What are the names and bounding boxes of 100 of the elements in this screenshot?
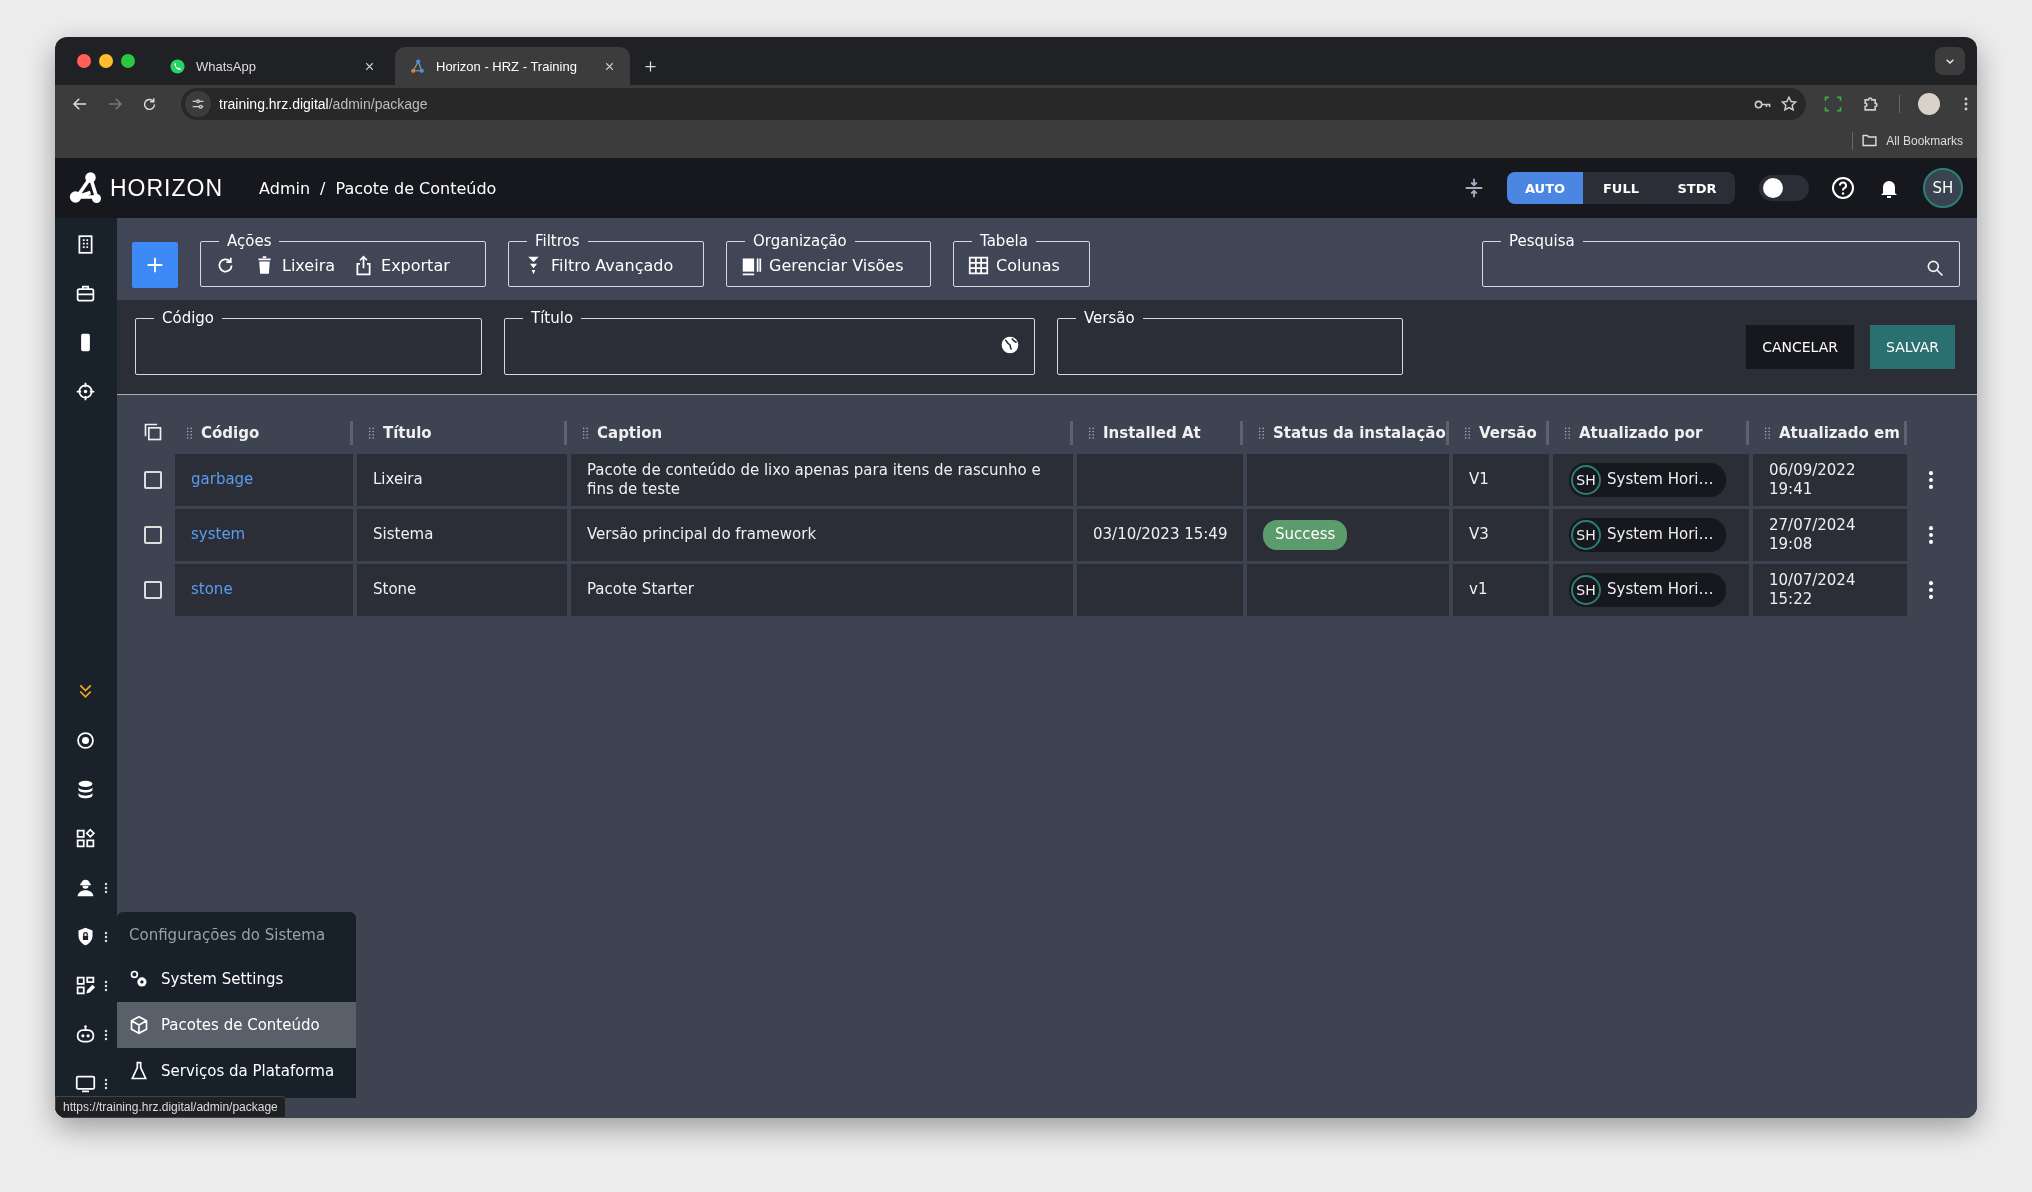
code-link[interactable]: system <box>191 525 246 545</box>
form-edit-icon[interactable] <box>75 975 96 996</box>
sliders-icon <box>190 96 206 112</box>
address-bar[interactable]: training.hrz.digital/admin/package <box>181 88 1806 120</box>
robot-icon[interactable] <box>75 1024 96 1045</box>
save-button[interactable]: SALVAR <box>1870 325 1955 369</box>
version-text: V1 <box>1469 470 1489 490</box>
crosshair-icon[interactable] <box>75 381 96 402</box>
menu-section-title: Configurações do Sistema <box>128 925 327 946</box>
breadcrumb-separator: / <box>320 178 326 198</box>
updated-date: 06/09/2022 19:41 <box>1769 460 1857 500</box>
gears-icon <box>129 969 149 989</box>
menu-item[interactable]: Serviços da Plataforma <box>117 1048 356 1094</box>
toolbar-button[interactable]: Lixeira <box>254 254 335 276</box>
toolbar-button[interactable]: Gerenciar Visões <box>741 254 904 276</box>
worker-icon[interactable] <box>75 877 96 898</box>
menu-item[interactable]: System Settings <box>117 956 356 1002</box>
column-header[interactable]: Código <box>175 421 353 445</box>
density-option[interactable]: FULL <box>1583 172 1659 204</box>
version-text: v1 <box>1469 580 1488 600</box>
cancel-button[interactable]: CANCELAR <box>1746 325 1854 369</box>
link-preview-tooltip: https://training.hrz.digital/admin/package <box>55 1096 286 1118</box>
updated-date: 27/07/2024 19:08 <box>1769 515 1857 555</box>
caption-text: Versão principal do framework <box>587 525 817 545</box>
caption-text: Pacote Starter <box>587 580 694 600</box>
cube-icon <box>129 1015 149 1035</box>
apps-icon[interactable] <box>75 828 96 849</box>
tab-search-button[interactable] <box>1935 47 1965 75</box>
flask-icon <box>129 1061 149 1081</box>
back-icon <box>71 95 89 113</box>
monitor-icon[interactable] <box>75 1073 96 1094</box>
puzzle-icon <box>1861 94 1881 114</box>
screenshot-icon <box>1823 94 1843 114</box>
profile-avatar[interactable] <box>1918 93 1940 115</box>
group-label: Tabela <box>979 232 1029 250</box>
menu-item[interactable]: Pacotes de Conteúdo <box>117 1002 356 1048</box>
toolbar-button[interactable]: Exportar <box>353 254 450 276</box>
theme-toggle[interactable] <box>1759 175 1809 201</box>
browser-tab[interactable]: Horizon - HRZ - Training <box>395 47 630 85</box>
reload-icon <box>141 95 158 113</box>
folder-icon <box>1861 132 1879 149</box>
app-logo-text: HORIZON <box>110 174 224 202</box>
row-checkbox[interactable] <box>144 471 162 489</box>
column-header[interactable]: Caption <box>571 421 1073 445</box>
code-link[interactable]: garbage <box>191 470 254 490</box>
column-header[interactable]: Atualizado em <box>1753 421 1907 445</box>
bookmarks-label[interactable]: All Bookmarks <box>1886 133 1963 148</box>
minimize-window-button[interactable] <box>99 54 113 68</box>
version-text: V3 <box>1469 525 1489 545</box>
add-button[interactable] <box>132 242 178 288</box>
group-label: Organização <box>752 232 848 250</box>
search-icon <box>1925 258 1945 278</box>
title-text: Stone <box>373 580 417 600</box>
briefcase-icon[interactable] <box>75 283 96 304</box>
browser-tab[interactable]: WhatsApp <box>155 47 390 85</box>
logo-icon <box>68 170 104 206</box>
maximize-window-button[interactable] <box>121 54 135 68</box>
ring-icon[interactable] <box>75 730 96 751</box>
forward-icon <box>106 95 124 113</box>
title-text: Lixeira <box>373 470 423 490</box>
text-field[interactable]: Código <box>135 309 482 375</box>
density-option[interactable]: AUTO <box>1507 172 1583 204</box>
toolbar-button[interactable]: Colunas <box>968 254 1060 276</box>
help-icon <box>1831 176 1855 200</box>
installed-date: 03/10/2023 15:49 <box>1093 525 1228 545</box>
network-icon <box>409 57 426 75</box>
row-checkbox[interactable] <box>144 581 162 599</box>
user-avatar[interactable]: SH <box>1923 168 1963 208</box>
user-name: System Hori… <box>1607 525 1714 545</box>
title-text: Sistema <box>373 525 434 545</box>
select-all-icon <box>143 422 163 442</box>
group-label: Filtros <box>534 232 581 250</box>
group-label: Ações <box>226 232 273 250</box>
column-header[interactable]: Versão <box>1453 421 1549 445</box>
user-initials-avatar: SH <box>1571 575 1601 605</box>
caption-text: Pacote de conteúdo de lixo apenas para itens de rascunho e fins de teste <box>587 460 1042 500</box>
code-link[interactable]: stone <box>191 580 233 600</box>
column-header[interactable]: Installed At <box>1077 421 1243 445</box>
column-header[interactable]: Título <box>357 421 567 445</box>
breadcrumb-current: Pacote de Conteúdo <box>335 178 497 198</box>
site-settings-button[interactable] <box>185 91 211 117</box>
column-header[interactable]: Status da instalação <box>1247 421 1449 445</box>
text-field[interactable]: Título <box>504 309 1035 375</box>
chat-bubble-icon <box>169 57 186 75</box>
user-initials-avatar: SH <box>1571 465 1601 495</box>
globe-icon <box>1000 334 1020 355</box>
column-header[interactable]: Atualizado por <box>1553 421 1749 445</box>
breadcrumb-link[interactable]: Admin <box>259 178 311 198</box>
user-initials-avatar: SH <box>1571 520 1601 550</box>
star-icon <box>1780 95 1798 113</box>
text-field[interactable]: Versão <box>1057 309 1403 375</box>
toolbar-button[interactable]: Filtro Avançado <box>523 254 674 276</box>
close-window-button[interactable] <box>77 54 91 68</box>
search-field[interactable]: Pesquisa <box>1482 232 1960 287</box>
compress-icon <box>1463 177 1485 199</box>
row-checkbox[interactable] <box>144 526 162 544</box>
density-option[interactable]: STDR <box>1659 172 1735 204</box>
table-icon <box>968 254 989 276</box>
user-name: System Hori… <box>1607 580 1714 600</box>
updated-date: 10/07/2024 15:22 <box>1769 570 1857 610</box>
